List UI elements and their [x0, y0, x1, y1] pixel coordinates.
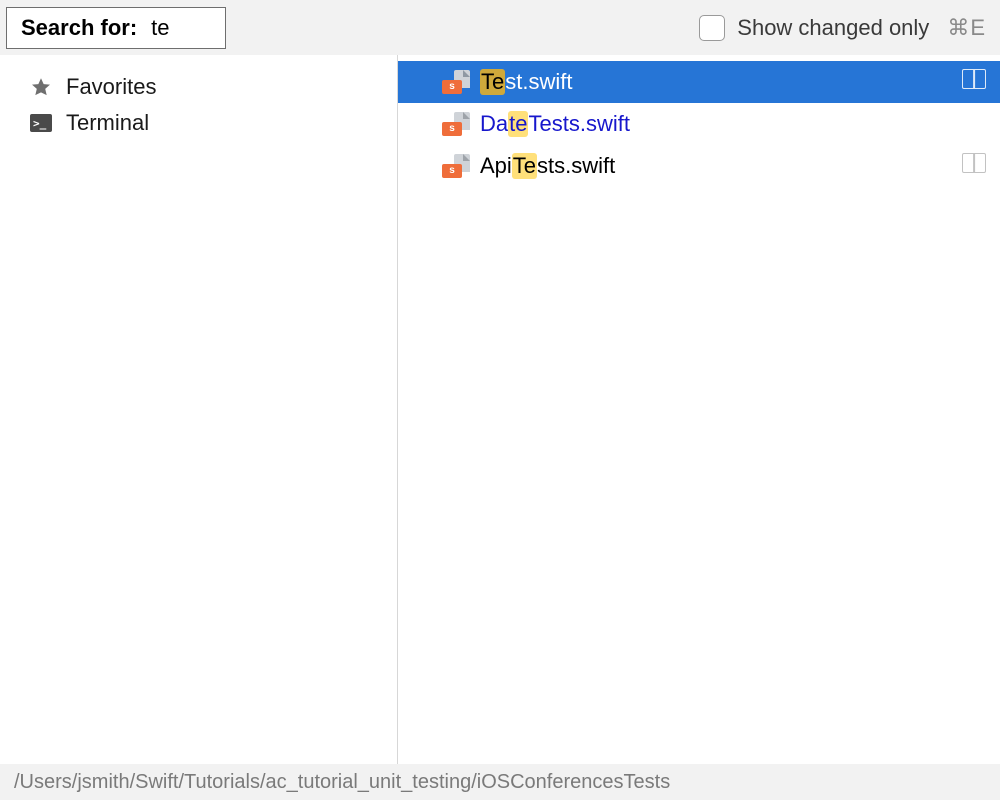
- filename-match: te: [508, 111, 528, 137]
- show-changed-label: Show changed only: [737, 15, 929, 41]
- search-box[interactable]: Search for:: [6, 7, 226, 49]
- results-list: sTest.swiftsDateTests.swiftsApiTests.swi…: [398, 55, 1000, 764]
- main-area: Favorites >_ Terminal sTest.swiftsDateTe…: [0, 55, 1000, 764]
- filename-pre: Api: [480, 153, 512, 179]
- open-in-split-icon[interactable]: [962, 153, 986, 179]
- terminal-icon: >_: [28, 114, 54, 132]
- toolbar: Search for: Show changed only ⌘E: [0, 0, 1000, 55]
- sidebar-item-label: Terminal: [66, 110, 149, 136]
- filename-pre: Da: [480, 111, 508, 137]
- result-row[interactable]: s DateTests.swift: [398, 103, 1000, 145]
- result-filename: ApiTests.swift: [480, 153, 615, 179]
- categories-sidebar: Favorites >_ Terminal: [0, 55, 398, 764]
- search-everywhere-popup: Search for: Show changed only ⌘E Favorit…: [0, 0, 1000, 800]
- sidebar-item-label: Favorites: [66, 74, 156, 100]
- toolbar-right: Show changed only ⌘E: [699, 15, 986, 41]
- swift-file-icon: s: [442, 112, 470, 136]
- search-label: Search for:: [21, 15, 137, 41]
- show-changed-checkbox[interactable]: [699, 15, 725, 41]
- search-input[interactable]: [151, 15, 211, 41]
- swift-file-icon: s: [442, 70, 470, 94]
- swift-file-icon: s: [442, 154, 470, 178]
- star-icon: [28, 76, 54, 98]
- filename-post: sts.swift: [537, 153, 615, 179]
- filename-post: Tests.swift: [528, 111, 629, 137]
- filename-match: Te: [480, 69, 505, 95]
- result-row[interactable]: s ApiTests.swift: [398, 145, 1000, 187]
- result-row[interactable]: s Test.swift: [398, 61, 1000, 103]
- status-path: /Users/jsmith/Swift/Tutorials/ac_tutoria…: [14, 771, 670, 794]
- status-bar: /Users/jsmith/Swift/Tutorials/ac_tutoria…: [0, 764, 1000, 800]
- sidebar-item-favorites[interactable]: Favorites: [0, 69, 397, 105]
- result-filename: DateTests.swift: [480, 111, 630, 137]
- filename-match: Te: [512, 153, 537, 179]
- show-changed-shortcut: ⌘E: [947, 15, 986, 41]
- open-in-split-icon[interactable]: [962, 69, 986, 95]
- result-filename: Test.swift: [480, 69, 572, 95]
- filename-post: st.swift: [505, 69, 572, 95]
- sidebar-item-terminal[interactable]: >_ Terminal: [0, 105, 397, 141]
